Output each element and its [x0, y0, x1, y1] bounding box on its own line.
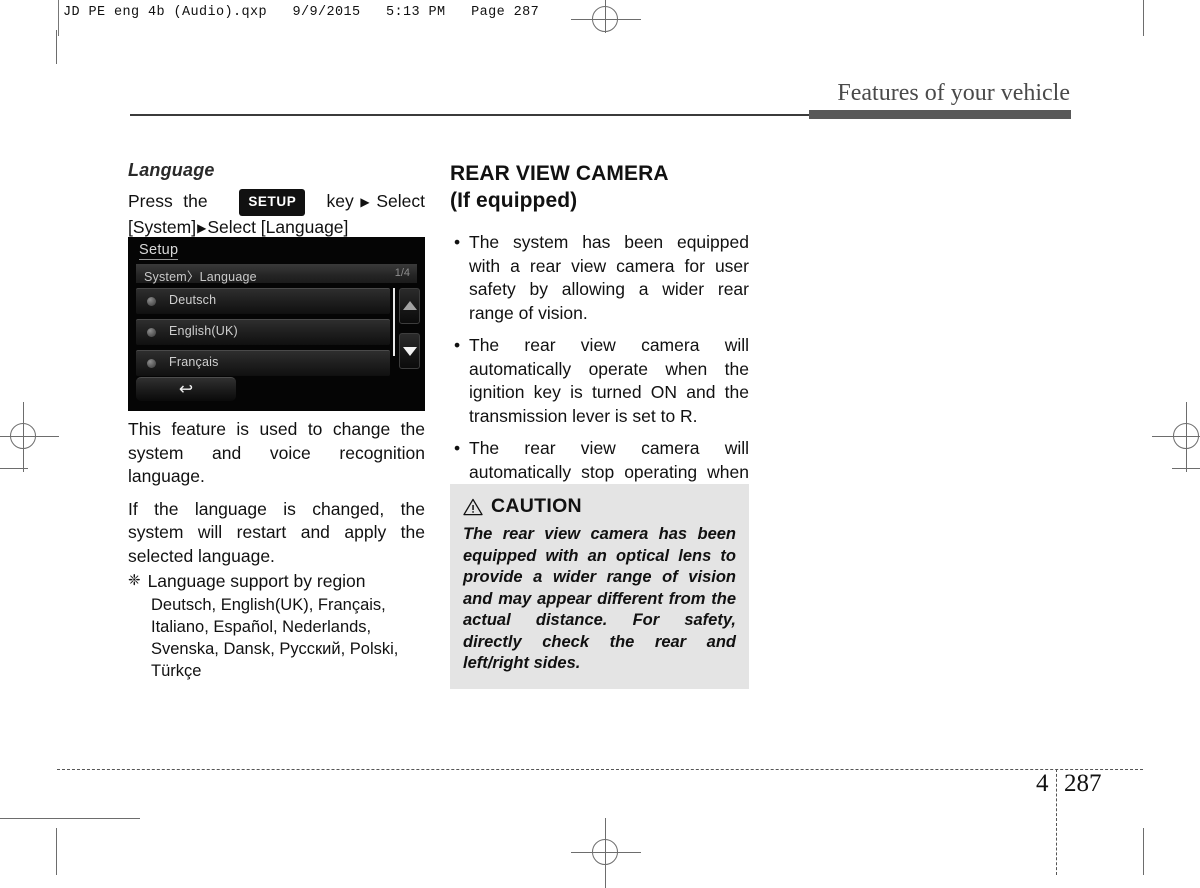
registration-mark-right: [1152, 402, 1200, 472]
registration-mark-left: [0, 402, 59, 472]
setup-screen-image: Setup System〉Language 1/4 Deutsch Englis…: [128, 237, 425, 411]
chapter-number: 4: [1036, 770, 1049, 797]
crop-mark-br-v: [1143, 828, 1144, 875]
device-option-label: Français: [169, 355, 219, 369]
left-column: Language Press the SETUP key▶Select [Sys…: [128, 160, 425, 249]
registration-hline: [1152, 436, 1200, 437]
header-thin-rule: [130, 114, 810, 116]
registration-vline: [1186, 402, 1187, 472]
bullet-icon: •: [454, 438, 461, 458]
crop-mark-bl-h: [0, 818, 140, 819]
device-option-label: English(UK): [169, 324, 238, 338]
heading-line-1: REAR VIEW CAMERA: [450, 162, 669, 185]
registration-mark-top: [571, 0, 641, 55]
list-item-text: The rear view camera will automatically …: [469, 335, 749, 426]
section-subheading-language: Language: [128, 160, 215, 180]
header-bar: [809, 110, 1071, 119]
right-column: REAR VIEW CAMERA (If equipped) • The sys…: [450, 160, 749, 508]
crop-mark-r-h: [1172, 468, 1200, 469]
registration-hline: [571, 852, 641, 853]
caution-header: CAUTION: [463, 495, 736, 518]
instruction-before-key: Press the: [128, 191, 208, 211]
heading-line-2: (If equipped): [450, 189, 578, 212]
trim-line-horizontal: [57, 769, 1143, 770]
registration-mark-bottom: [571, 818, 641, 888]
setup-key-badge[interactable]: SETUP: [239, 189, 306, 216]
scroll-up-button[interactable]: [399, 288, 420, 324]
caution-box: CAUTION The rear view camera has been eq…: [450, 484, 749, 689]
device-option-row[interactable]: Français: [136, 350, 390, 376]
left-column-body: This feature is used to change the syste…: [128, 418, 425, 568]
note-heading-row: ❈ Language support by region: [128, 569, 425, 593]
device-option-row[interactable]: Deutsch: [136, 288, 390, 314]
crop-mark-l-h: [0, 468, 28, 469]
trim-line-vertical: [1056, 769, 1057, 875]
chevron-down-icon: [402, 346, 417, 356]
registration-vline: [23, 402, 24, 472]
chevron-up-icon: [402, 301, 417, 311]
registration-vline: [605, 0, 606, 33]
language-support-note: ❈ Language support by region Deutsch, En…: [128, 569, 425, 682]
registration-hline: [0, 436, 59, 437]
instruction-after-key: key: [326, 191, 354, 211]
crop-mark-bl-v: [56, 828, 57, 875]
device-screen-title: Setup: [139, 242, 179, 260]
device-breadcrumb: System〉Language: [144, 270, 257, 284]
instruction-step-3: Select [Language]: [207, 216, 349, 237]
radio-button-icon[interactable]: [147, 297, 156, 306]
crop-mark-tr-v: [1143, 0, 1144, 36]
list-item: • The rear view camera will automaticall…: [450, 334, 749, 428]
list-item-text: The system has been equipped with a rear…: [469, 232, 749, 323]
registration-hline: [571, 19, 641, 20]
section-heading-rear-view-camera: REAR VIEW CAMERA (If equipped): [450, 160, 749, 214]
list-item: • The system has been equipped with a re…: [450, 231, 749, 325]
step-arrow-icon: ▶: [354, 195, 376, 209]
body-paragraph: This feature is used to change the syste…: [128, 419, 425, 486]
step-arrow-icon: ▶: [197, 220, 207, 235]
body-paragraph: If the language is changed, the system w…: [128, 498, 425, 566]
caution-text: The rear view camera has been equipped w…: [463, 525, 736, 672]
device-option-row[interactable]: English(UK): [136, 319, 390, 345]
radio-button-icon[interactable]: [147, 328, 156, 337]
device-breadcrumb-bar: System〉Language 1/4: [136, 264, 417, 284]
note-heading: Language support by region: [147, 571, 366, 591]
asterisk-icon: ❈: [128, 572, 141, 589]
caution-title: CAUTION: [491, 495, 582, 517]
device-back-button[interactable]: ↩: [136, 377, 236, 401]
note-language-list: Deutsch, English(UK), Français, Italiano…: [151, 596, 399, 680]
back-arrow-icon: ↩: [178, 378, 194, 398]
bullet-icon: •: [454, 335, 461, 355]
print-file-header: JD PE eng 4b (Audio).qxp 9/9/2015 5:13 P…: [63, 5, 540, 20]
rear-camera-bullet-list: • The system has been equipped with a re…: [450, 231, 749, 508]
page-title: Features of your vehicle: [837, 80, 1070, 106]
device-page-indicator: 1/4: [394, 267, 410, 279]
scroll-down-button[interactable]: [399, 333, 420, 369]
device-option-label: Deutsch: [169, 293, 217, 307]
language-instruction: Press the SETUP key▶Select [System]▶Sele…: [128, 189, 425, 240]
crop-mark-tl-v: [56, 30, 57, 64]
device-scrollbar[interactable]: [393, 288, 395, 356]
bullet-icon: •: [454, 232, 461, 252]
radio-button-icon[interactable]: [147, 359, 156, 368]
header-rule: [58, 0, 59, 36]
warning-triangle-icon: [463, 498, 483, 516]
registration-vline: [605, 818, 606, 888]
page-number: 287: [1064, 770, 1102, 797]
